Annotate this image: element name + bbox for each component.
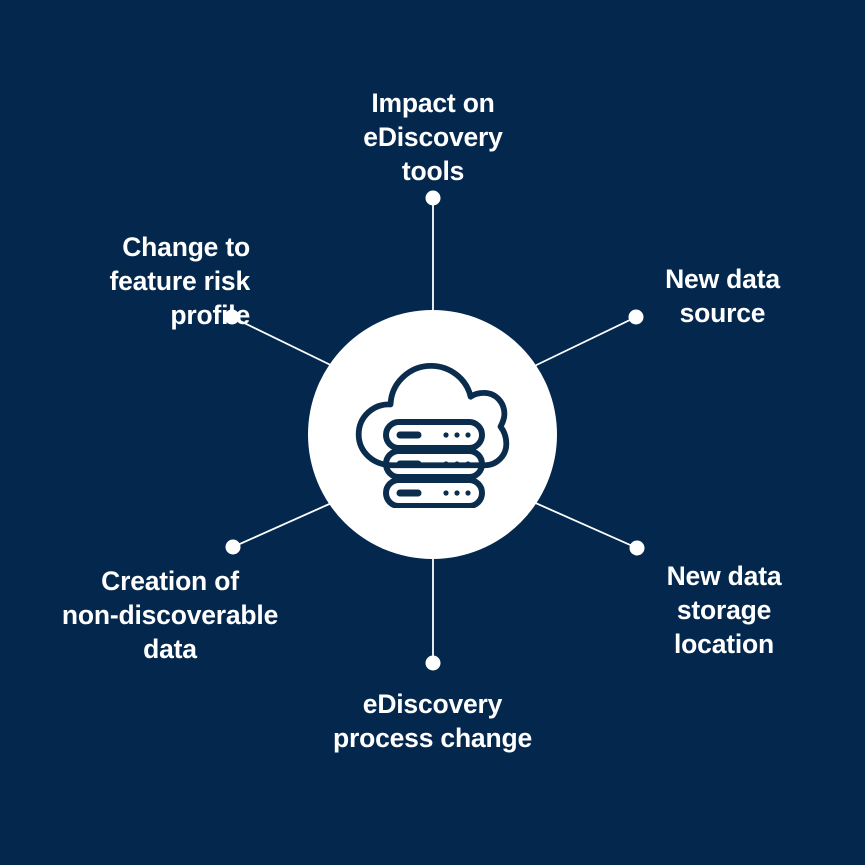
connector-line-noncov <box>232 496 346 548</box>
connector-dot-impact <box>425 190 441 206</box>
connector-dot-noncov <box>225 539 241 555</box>
node-label-change-to-feature-risk-profile: Change to feature risk profile <box>109 232 251 330</box>
connector-dot-storage <box>629 540 645 556</box>
connector-line-storage <box>521 496 638 549</box>
node-label-impact-on-ediscovery-tools: Impact on eDiscovery tools <box>363 88 503 186</box>
node-label-new-data-storage-location: New data storage location <box>666 561 782 659</box>
diagram-canvas: Impact on eDiscovery tools Change to fea… <box>0 0 865 865</box>
node-label-creation-of-non-discoverable-data: Creation of non-discoverable data <box>61 566 279 664</box>
cloud-server-icon <box>355 362 510 508</box>
connector-line-source <box>521 316 637 373</box>
node-label-ediscovery-process-change: eDiscovery process change <box>333 689 532 753</box>
connector-dot-process <box>425 655 441 671</box>
node-label-new-data-source: New data source <box>665 264 780 328</box>
